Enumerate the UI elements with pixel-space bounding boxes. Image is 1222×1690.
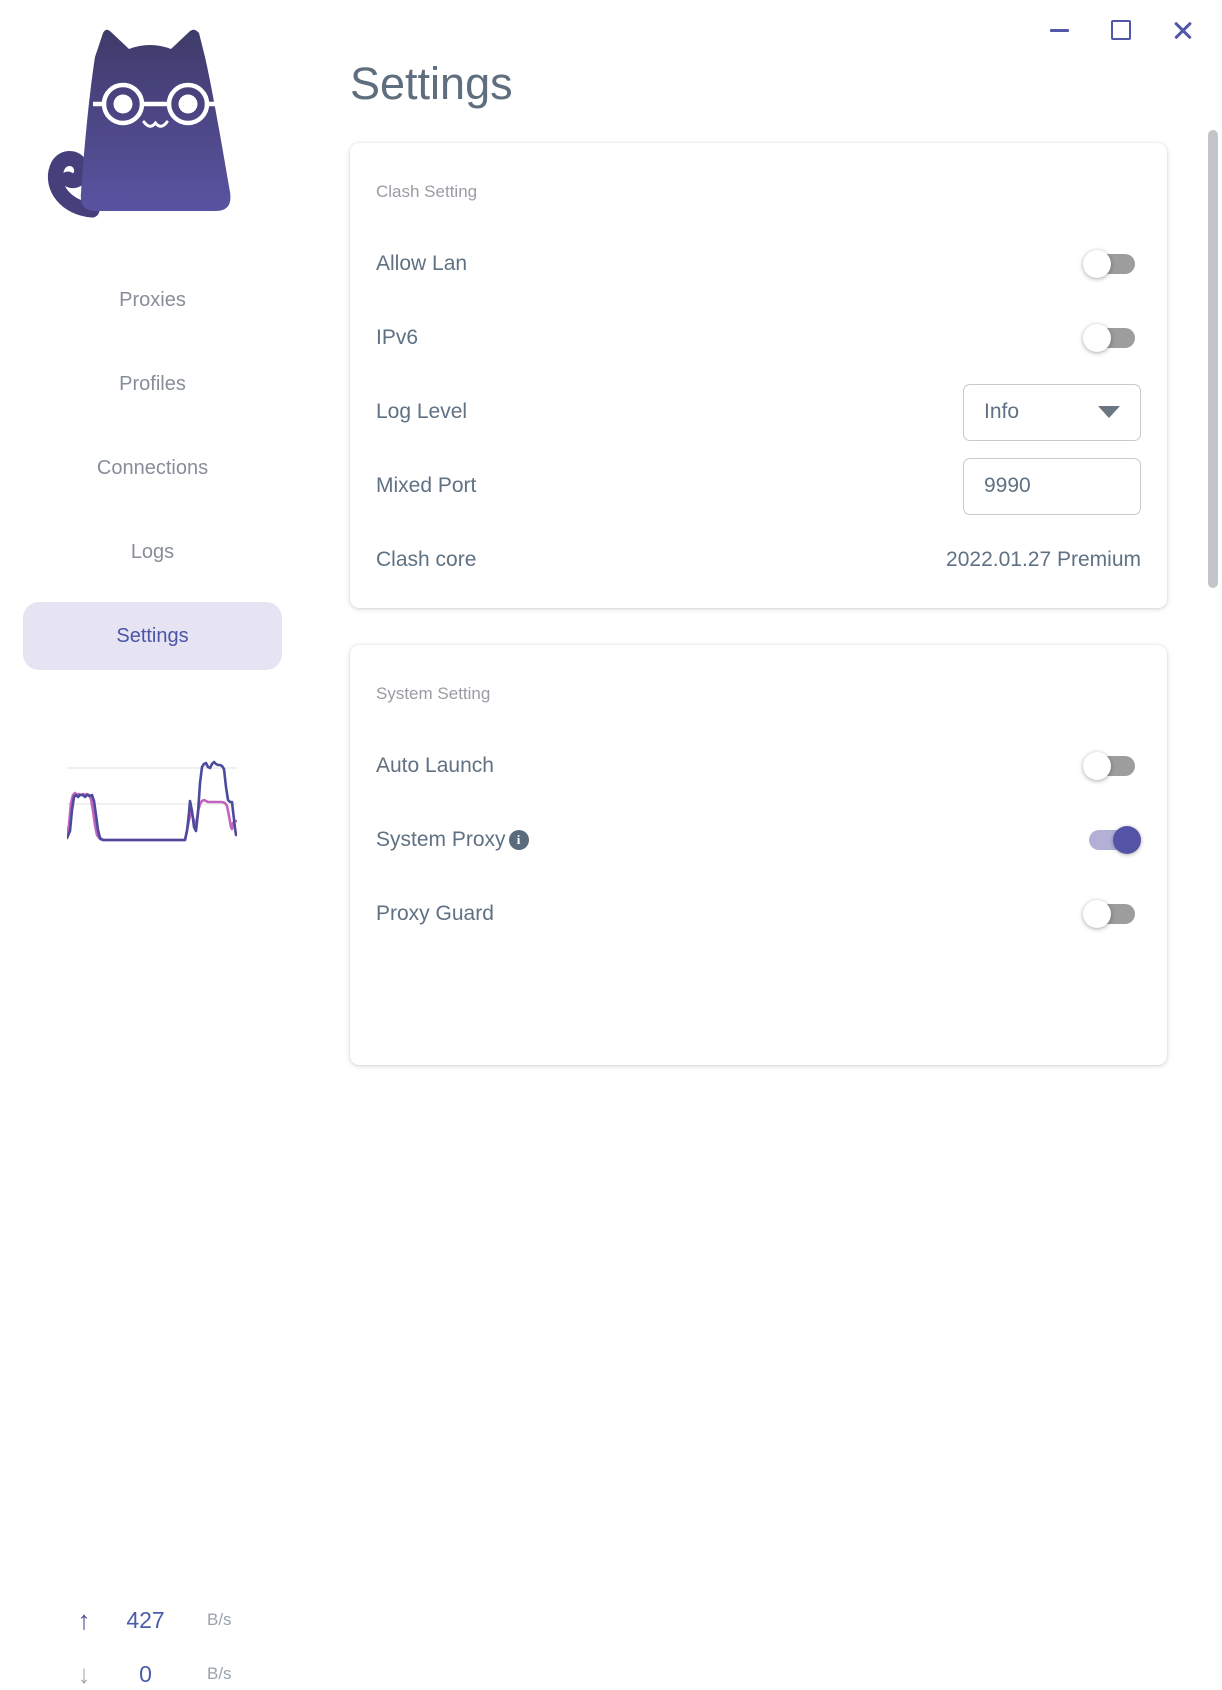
system-setting-card: System Setting Auto Launch System Proxy … <box>350 645 1167 1065</box>
window-controls <box>1048 16 1194 44</box>
log-level-select[interactable]: Info <box>963 383 1141 441</box>
traffic-panel: ↑ 427 B/s ↓ 0 B/s <box>0 748 305 1688</box>
download-speed-unit: B/s <box>207 1664 232 1683</box>
sidebar-nav: Proxies Profiles Connections Logs Settin… <box>0 266 305 670</box>
download-speed-row: ↓ 0 B/s <box>0 1658 305 1690</box>
proxy-guard-switch[interactable] <box>1083 898 1141 930</box>
switch-thumb <box>1113 826 1141 854</box>
sidebar-item-proxies[interactable]: Proxies <box>23 266 282 334</box>
clash-setting-header: Clash Setting <box>376 182 478 201</box>
switch-thumb <box>1083 752 1111 780</box>
proxy-guard-label: Proxy Guard <box>376 902 494 925</box>
log-level-row: Log Level Info <box>376 375 1141 449</box>
sidebar-item-logs[interactable]: Logs <box>23 518 282 586</box>
maximize-icon <box>1111 20 1131 40</box>
ipv6-switch[interactable] <box>1083 322 1141 354</box>
minimize-button[interactable] <box>1048 16 1070 44</box>
auto-launch-row: Auto Launch <box>376 729 1141 803</box>
mixed-port-label: Mixed Port <box>376 474 477 497</box>
traffic-sparkline-chart <box>67 760 237 842</box>
maximize-button[interactable] <box>1110 16 1132 44</box>
close-icon <box>1173 20 1193 40</box>
ipv6-label: IPv6 <box>376 326 419 349</box>
clash-setting-card: Clash Setting Allow Lan IPv6 Log Level I… <box>350 143 1167 608</box>
sidebar: Proxies Profiles Connections Logs Settin… <box>0 0 305 1688</box>
log-level-selected-value: Info <box>984 400 1020 423</box>
auto-launch-switch[interactable] <box>1083 750 1141 782</box>
switch-thumb <box>1083 250 1111 278</box>
log-level-label: Log Level <box>376 400 468 423</box>
system-proxy-label: System Proxy i <box>376 828 529 852</box>
upload-speed-row: ↑ 427 B/s <box>0 1604 305 1636</box>
info-icon[interactable]: i <box>508 830 529 850</box>
chevron-down-icon <box>1098 406 1120 418</box>
sidebar-item-profiles[interactable]: Profiles <box>23 350 282 418</box>
ipv6-row: IPv6 <box>376 301 1141 375</box>
upload-arrow-icon: ↑ <box>77 1605 91 1635</box>
clash-core-row: Clash core 2022.01.27 Premium <box>376 523 1141 597</box>
close-button[interactable] <box>1172 16 1194 44</box>
clash-core-version: 2022.01.27 Premium <box>946 548 1141 571</box>
clash-core-label: Clash core <box>376 548 477 571</box>
proxy-guard-row: Proxy Guard <box>376 877 1141 951</box>
mixed-port-input[interactable] <box>963 457 1141 515</box>
sidebar-item-settings[interactable]: Settings <box>23 602 282 670</box>
switch-thumb <box>1083 900 1111 928</box>
system-proxy-switch[interactable] <box>1083 824 1141 856</box>
system-proxy-row: System Proxy i <box>376 803 1141 877</box>
download-speed-value: 0 <box>139 1660 152 1687</box>
page-title: Settings <box>350 58 513 109</box>
download-arrow-icon: ↓ <box>77 1659 91 1689</box>
system-setting-header: System Setting <box>376 684 491 703</box>
switch-thumb <box>1083 324 1111 352</box>
allow-lan-label: Allow Lan <box>376 252 468 275</box>
system-proxy-label-text: System Proxy <box>376 828 506 851</box>
sidebar-item-connections[interactable]: Connections <box>23 434 282 502</box>
upload-speed-value: 427 <box>126 1606 165 1633</box>
auto-launch-label: Auto Launch <box>376 754 494 777</box>
minimize-icon <box>1049 28 1069 32</box>
allow-lan-switch[interactable] <box>1083 248 1141 280</box>
mixed-port-row: Mixed Port <box>376 449 1141 523</box>
clash-cat-logo-icon <box>48 29 231 218</box>
upload-speed-unit: B/s <box>207 1610 232 1629</box>
allow-lan-row: Allow Lan <box>376 227 1141 301</box>
scrollbar-thumb[interactable] <box>1208 130 1218 588</box>
